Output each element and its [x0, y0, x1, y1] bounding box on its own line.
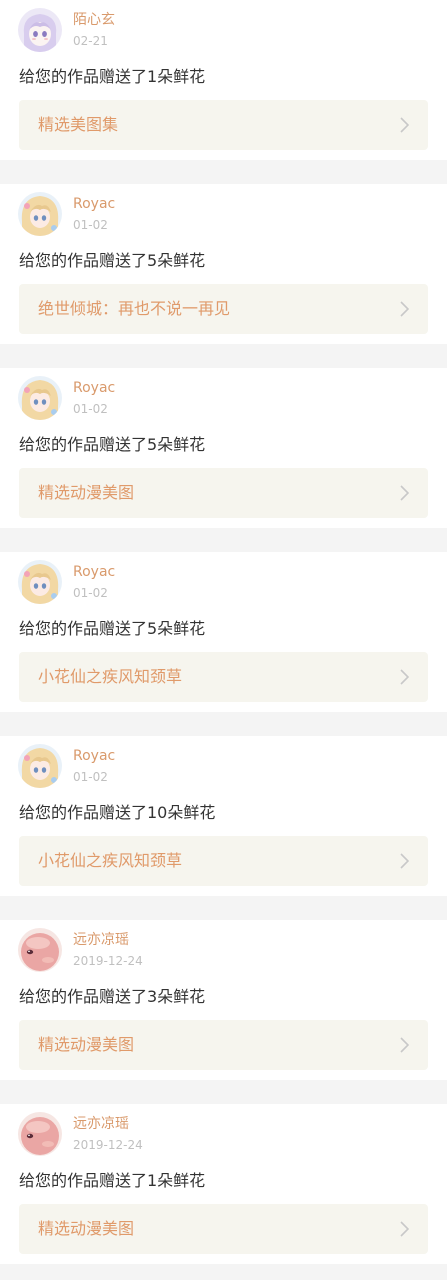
- anime-girl-avatar-icon: [18, 744, 62, 788]
- work-link[interactable]: 绝世倾城：再也不说一再见: [19, 284, 428, 334]
- timestamp: 01-02: [73, 218, 108, 232]
- gift-message: 给您的作品赠送了5朵鲜花: [19, 619, 206, 638]
- work-title: 绝世倾城：再也不说一再见: [38, 299, 231, 318]
- pink-cartoon-avatar-icon: [18, 928, 62, 972]
- gift-message: 给您的作品赠送了3朵鲜花: [19, 987, 206, 1006]
- gift-message: 给您的作品赠送了10朵鲜花: [19, 803, 216, 822]
- work-title: 精选动漫美图: [38, 483, 135, 502]
- chevron-right-icon: [400, 485, 409, 501]
- chevron-right-icon: [400, 853, 409, 869]
- gift-message: 给您的作品赠送了5朵鲜花: [19, 251, 206, 270]
- notification-card: 远亦凉瑶 2019-12-24 给您的作品赠送了1朵鲜花 精选动漫美图: [0, 1104, 447, 1264]
- avatar[interactable]: [18, 560, 62, 604]
- avatar[interactable]: [18, 376, 62, 420]
- anime-girl-avatar-icon: [18, 192, 62, 236]
- work-title: 小花仙之疾风知颈草: [38, 851, 183, 870]
- work-link[interactable]: 精选动漫美图: [19, 1020, 428, 1070]
- work-link[interactable]: 精选美图集: [19, 100, 428, 150]
- gift-message: 给您的作品赠送了1朵鲜花: [19, 1171, 206, 1190]
- gift-message: 给您的作品赠送了5朵鲜花: [19, 435, 206, 454]
- work-title: 精选动漫美图: [38, 1035, 135, 1054]
- notification-card: Royac 01-02 给您的作品赠送了5朵鲜花 绝世倾城：再也不说一再见: [0, 184, 447, 344]
- username[interactable]: Royac: [73, 747, 115, 765]
- chevron-right-icon: [400, 117, 409, 133]
- notification-card: Royac 01-02 给您的作品赠送了10朵鲜花 小花仙之疾风知颈草: [0, 736, 447, 896]
- pink-cartoon-avatar-icon: [18, 1112, 62, 1156]
- chevron-right-icon: [400, 1221, 409, 1237]
- avatar[interactable]: [18, 8, 62, 52]
- gift-message: 给您的作品赠送了1朵鲜花: [19, 67, 206, 86]
- chevron-right-icon: [400, 1037, 409, 1053]
- chevron-right-icon: [400, 301, 409, 317]
- work-title: 小花仙之疾风知颈草: [38, 667, 183, 686]
- avatar[interactable]: [18, 1112, 62, 1156]
- notification-card: 陌心玄 02-21 给您的作品赠送了1朵鲜花 精选美图集: [0, 0, 447, 160]
- username[interactable]: 远亦凉瑶: [73, 931, 129, 949]
- timestamp: 02-21: [73, 34, 108, 48]
- avatar[interactable]: [18, 928, 62, 972]
- username[interactable]: Royac: [73, 563, 115, 581]
- flower-notification-feed: 陌心玄 02-21 给您的作品赠送了1朵鲜花 精选美图集 Royac 01-02…: [0, 0, 447, 1280]
- username[interactable]: Royac: [73, 195, 115, 213]
- anime-girl-avatar-icon: [18, 560, 62, 604]
- timestamp: 01-02: [73, 770, 108, 784]
- timestamp: 2019-12-24: [73, 954, 143, 968]
- anime-girl-avatar-icon: [18, 376, 62, 420]
- work-link[interactable]: 小花仙之疾风知颈草: [19, 652, 428, 702]
- username[interactable]: 陌心玄: [73, 11, 115, 29]
- username[interactable]: Royac: [73, 379, 115, 397]
- notification-card: Royac 01-02 给您的作品赠送了5朵鲜花 精选动漫美图: [0, 368, 447, 528]
- timestamp: 01-02: [73, 586, 108, 600]
- avatar[interactable]: [18, 192, 62, 236]
- avatar[interactable]: [18, 744, 62, 788]
- chevron-right-icon: [400, 669, 409, 685]
- anime-girl-avatar-icon: [18, 8, 62, 52]
- work-title: 精选美图集: [38, 115, 119, 134]
- timestamp: 01-02: [73, 402, 108, 416]
- timestamp: 2019-12-24: [73, 1138, 143, 1152]
- work-link[interactable]: 小花仙之疾风知颈草: [19, 836, 428, 886]
- username[interactable]: 远亦凉瑶: [73, 1115, 129, 1133]
- work-link[interactable]: 精选动漫美图: [19, 1204, 428, 1254]
- work-link[interactable]: 精选动漫美图: [19, 468, 428, 518]
- notification-card: 远亦凉瑶 2019-12-24 给您的作品赠送了3朵鲜花 精选动漫美图: [0, 920, 447, 1080]
- work-title: 精选动漫美图: [38, 1219, 135, 1238]
- notification-card: Royac 01-02 给您的作品赠送了5朵鲜花 小花仙之疾风知颈草: [0, 552, 447, 712]
